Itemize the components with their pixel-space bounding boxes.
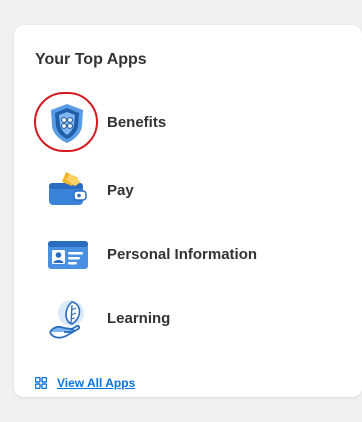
app-benefits[interactable]: Benefits (34, 92, 334, 152)
app-pay[interactable]: Pay (34, 163, 334, 219)
app-learning[interactable]: Learning (34, 291, 334, 347)
card-title: Your Top Apps (35, 51, 147, 68)
id-card-icon (48, 241, 88, 269)
wallet-icon (49, 172, 87, 205)
app-label-personal-information: Personal Information (107, 246, 258, 263)
benefits-shield-icon (51, 104, 83, 143)
app-label-learning: Learning (107, 310, 171, 327)
top-apps-card: Your Top Apps Benefits Pay Personal Info… (14, 25, 362, 397)
leaf-in-hand-icon (49, 300, 84, 339)
grid-icon (35, 377, 47, 389)
app-label-pay: Pay (107, 182, 134, 199)
app-personal-information[interactable]: Personal Information (34, 227, 334, 283)
view-all-apps-label: View All Apps (57, 376, 136, 390)
app-label-benefits: Benefits (107, 114, 167, 131)
view-all-apps-link[interactable]: View All Apps (35, 376, 135, 390)
